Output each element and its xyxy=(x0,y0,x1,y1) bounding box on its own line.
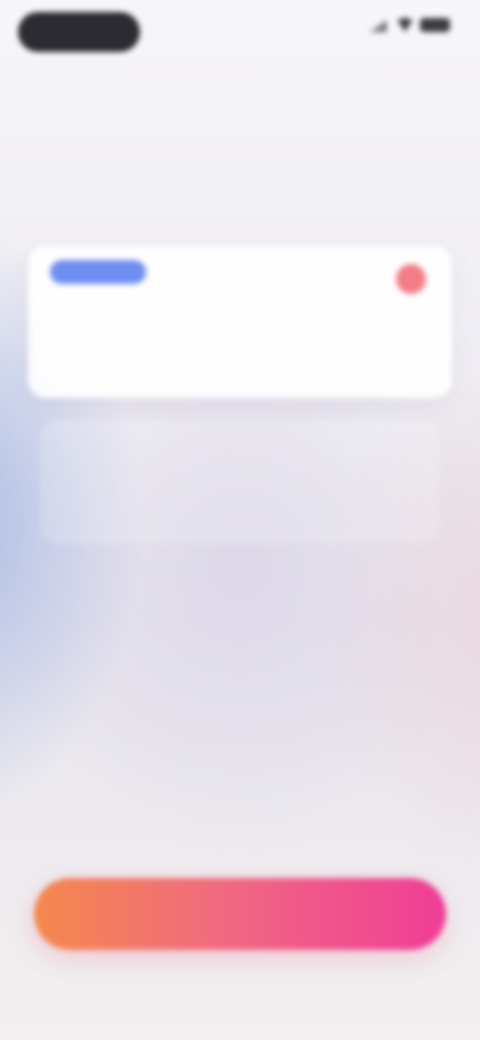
status-time xyxy=(18,12,140,52)
battery-icon xyxy=(420,18,450,32)
plan-card-selected[interactable] xyxy=(28,246,452,398)
status-icons xyxy=(370,18,450,32)
signal-icon xyxy=(370,18,390,32)
wifi-icon xyxy=(396,18,414,32)
selected-check-icon xyxy=(396,264,426,294)
plan-badge xyxy=(50,260,146,284)
status-bar xyxy=(0,0,480,70)
plan-card-unselected[interactable] xyxy=(40,420,440,544)
continue-button[interactable] xyxy=(34,878,446,950)
